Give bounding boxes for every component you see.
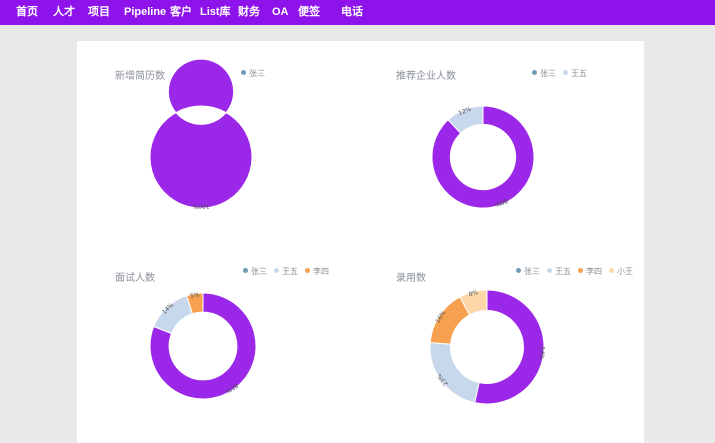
- donut-slice-1[interactable]: [153, 294, 194, 335]
- legend-label: 张三: [251, 267, 267, 276]
- legend-label: 王五: [555, 267, 571, 276]
- donut-slice-1[interactable]: [429, 342, 480, 404]
- donut-chart-interviews: 81%14%5%: [149, 291, 257, 400]
- legend-label: 李四: [586, 267, 602, 276]
- chart-title-new-resumes: 新增简历数: [115, 71, 165, 82]
- legend-item[interactable]: 张三: [516, 266, 540, 277]
- legend-marker: [516, 268, 521, 274]
- dashboard-card: 新增简历数 张三 100% 推荐企业人数 张三 王五 88% 12% 面试人数 张三…: [77, 41, 644, 443]
- nav-clients[interactable]: 客户: [170, 6, 192, 19]
- donut-slice-0[interactable]: [149, 58, 253, 209]
- legend-item[interactable]: 王五: [547, 266, 571, 277]
- donut-chart-new-resumes: 100%: [149, 58, 253, 210]
- legend-label: 王五: [571, 69, 587, 78]
- nav-list-library[interactable]: List库: [200, 6, 231, 19]
- legend-marker: [532, 70, 537, 76]
- legend-label: 小王: [617, 267, 633, 276]
- legend-item[interactable]: 李四: [578, 266, 602, 277]
- legend-label: 张三: [524, 267, 540, 276]
- nav-notes[interactable]: 便签: [298, 6, 320, 19]
- slice-data-label: 5%: [190, 291, 201, 299]
- nav-pipeline[interactable]: Pipeline: [124, 6, 166, 19]
- legend-marker: [578, 268, 583, 274]
- legend-marker: [241, 70, 246, 76]
- nav-talent[interactable]: 人才: [53, 6, 75, 19]
- slice-data-label: 100%: [192, 203, 209, 210]
- donut-chart-recommended: 88%12%: [431, 105, 535, 209]
- chart-legend-new-resumes[interactable]: 张三: [241, 68, 272, 79]
- legend-marker: [274, 268, 279, 274]
- legend-marker: [609, 268, 614, 274]
- chart-title-recommended: 推荐企业人数: [396, 71, 456, 82]
- nav-oa[interactable]: OA: [272, 6, 289, 19]
- legend-marker: [563, 70, 568, 76]
- legend-label: 张三: [540, 69, 556, 78]
- legend-marker: [305, 268, 310, 274]
- donut-chart-hires: 54%23%16%8%: [429, 289, 546, 405]
- chart-title-hires: 录用数: [396, 273, 426, 284]
- nav-home[interactable]: 首页: [16, 6, 38, 19]
- legend-item[interactable]: 王五: [274, 266, 298, 277]
- legend-marker: [547, 268, 552, 274]
- legend-item[interactable]: 张三: [241, 68, 265, 79]
- legend-item[interactable]: 李四: [305, 266, 329, 277]
- nav-phone[interactable]: 电话: [341, 6, 363, 19]
- legend-label: 王五: [282, 267, 298, 276]
- chart-title-interviews: 面试人数: [115, 273, 155, 284]
- nav-projects[interactable]: 项目: [88, 6, 110, 19]
- nav-finance[interactable]: 财务: [238, 6, 260, 19]
- chart-legend-interviews[interactable]: 张三 王五 李四: [243, 266, 336, 277]
- chart-legend-recommended[interactable]: 张三 王五: [532, 68, 594, 79]
- chart-legend-hires[interactable]: 张三 王五 李四 小王: [516, 266, 640, 277]
- legend-item[interactable]: 张三: [532, 68, 556, 79]
- legend-item[interactable]: 王五: [563, 68, 587, 79]
- legend-marker: [243, 268, 248, 274]
- legend-label: 张三: [249, 69, 265, 78]
- slice-data-label: 54%: [537, 346, 545, 360]
- legend-item[interactable]: 小王: [609, 266, 633, 277]
- top-nav-bar: 首页 人才 项目 Pipeline 客户 List库 财务 OA 便签 电话: [0, 0, 715, 25]
- legend-label: 李四: [313, 267, 329, 276]
- legend-item[interactable]: 张三: [243, 266, 267, 277]
